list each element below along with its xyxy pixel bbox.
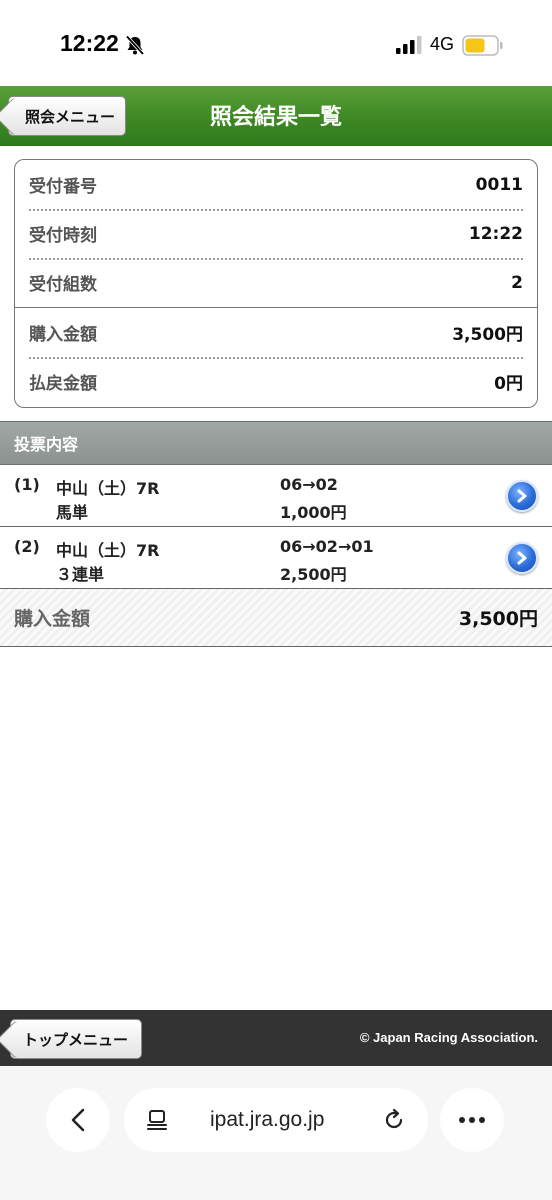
bets-section-header: 投票内容 (0, 421, 552, 465)
browser-back-button[interactable] (46, 1088, 110, 1152)
network-type: 4G (430, 34, 455, 54)
chevron-right-icon[interactable] (506, 542, 538, 574)
footer-bar: トップメニュー © Japan Racing Association. (0, 1010, 552, 1066)
receipt-number-value: 0011 (475, 174, 523, 195)
receipt-number-label: 受付番号 (29, 177, 97, 197)
purchase-amount-label: 購入金額 (29, 325, 97, 345)
receipt-count-row: 受付組数 2 (29, 258, 523, 307)
browser-url: ipat.jra.go.jp (210, 1108, 325, 1131)
bet-type: 馬単 (56, 503, 89, 522)
bet-combination: 06→02→01 (280, 537, 374, 556)
inquiry-menu-back-label: 照会メニュー (25, 107, 116, 126)
bet-number: (1) (14, 475, 40, 494)
receipt-time-label: 受付時刻 (29, 226, 97, 246)
bet-combination: 06→02 (280, 475, 338, 494)
browser-address-bar[interactable]: ipat.jra.go.jp (124, 1088, 428, 1152)
bet-amount: 1,000円 (280, 503, 347, 522)
browser-more-button[interactable] (440, 1088, 504, 1152)
receipt-summary-card: 受付番号 0011 受付時刻 12:22 受付組数 2 購入金額 3,500円 … (14, 159, 538, 408)
bet-row[interactable]: (2) 中山（土）7R ３連単 06→02→01 2,500円 (0, 527, 552, 589)
more-dots-icon (459, 1117, 485, 1123)
total-amount-value: 3,500円 (458, 608, 538, 630)
page-format-icon[interactable] (146, 1109, 168, 1131)
chevron-left-icon (71, 1108, 85, 1132)
receipt-number-row: 受付番号 0011 (29, 160, 523, 209)
bet-race: 中山（土）7R (56, 479, 160, 498)
bet-type: ３連単 (56, 565, 105, 584)
bet-amount: 2,500円 (280, 565, 347, 584)
receipt-count-value: 2 (511, 272, 523, 293)
copyright-text: © Japan Racing Association. (359, 1030, 538, 1045)
status-time: 12:22 (60, 30, 119, 56)
bet-row[interactable]: (1) 中山（土）7R 馬単 06→02 1,000円 (0, 465, 552, 527)
receipt-time-value: 12:22 (468, 223, 523, 244)
status-bar: 12:22 4G (0, 0, 552, 86)
bet-race: 中山（土）7R (56, 541, 160, 560)
receipt-time-row: 受付時刻 12:22 (29, 209, 523, 258)
total-amount-row: 購入金額 3,500円 (0, 589, 552, 647)
bell-muted-icon (125, 35, 145, 56)
top-menu-label: トップメニュー (23, 1030, 129, 1049)
refund-amount-value: 0円 (494, 374, 523, 394)
header-bar: 照会メニュー 照会結果一覧 (0, 86, 552, 146)
refund-amount-row: 払戻金額 0円 (29, 357, 523, 406)
battery-icon (462, 35, 503, 56)
purchase-amount-value: 3,500円 (452, 325, 523, 345)
total-amount-label: 購入金額 (14, 608, 91, 630)
bet-number: (2) (14, 537, 40, 556)
refund-amount-label: 払戻金額 (29, 374, 97, 394)
purchase-amount-row: 購入金額 3,500円 (29, 308, 523, 357)
receipt-count-label: 受付組数 (29, 275, 97, 295)
reload-icon[interactable] (382, 1108, 406, 1132)
top-menu-button[interactable]: トップメニュー (10, 1019, 142, 1059)
browser-toolbar: ipat.jra.go.jp (0, 1066, 552, 1200)
chevron-right-icon[interactable] (506, 480, 538, 512)
signal-icon (396, 36, 422, 54)
